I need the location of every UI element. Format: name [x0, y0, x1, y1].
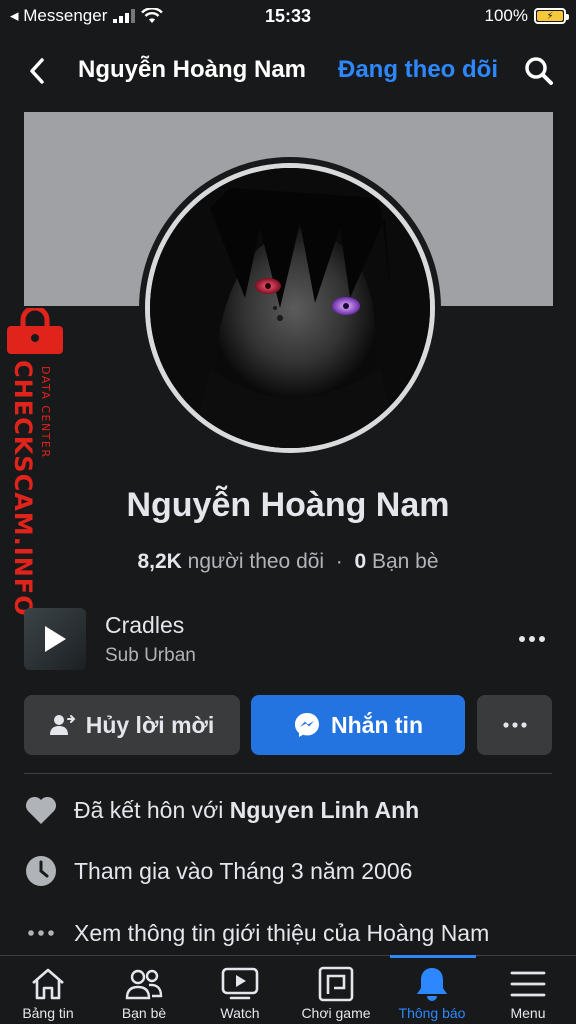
- avatar-image: [150, 168, 430, 448]
- see-about-info[interactable]: Xem thông tin giới thiệu của Hoàng Nam: [24, 913, 564, 953]
- tab-label: Thông báo: [398, 1005, 466, 1021]
- cancel-request-label: Hủy lời mời: [85, 711, 215, 738]
- cancel-friend-request-button[interactable]: Hủy lời mời: [24, 695, 240, 755]
- checkscam-watermark: CHECKSCAM.INFO DATA CENTER: [3, 308, 63, 617]
- battery-percent: 100%: [484, 6, 528, 25]
- bell-icon: [412, 966, 452, 1002]
- see-about-text: Xem thông tin giới thiệu của Hoàng Nam: [74, 919, 490, 946]
- more-horizontal-icon: [502, 722, 527, 728]
- following-button[interactable]: Đang theo dõi: [338, 56, 498, 84]
- tab-watch[interactable]: Watch: [192, 956, 288, 1024]
- friends-count[interactable]: 0: [354, 550, 366, 573]
- battery-icon: ⚡: [534, 8, 569, 24]
- joined-text: Tham gia vào Tháng 3 năm 2006: [74, 857, 413, 884]
- tab-label: Chơi game: [301, 1005, 371, 1021]
- music-more-button[interactable]: [514, 624, 550, 654]
- message-button[interactable]: Nhắn tin: [251, 695, 465, 755]
- relationship-info[interactable]: Đã kết hôn với Nguyen Linh Anh: [24, 790, 564, 830]
- anime-character-image: [150, 168, 430, 448]
- status-bar: ◂ Messenger 15:33 100% ⚡: [0, 0, 576, 34]
- search-icon: [525, 57, 553, 85]
- watermark-subtitle: DATA CENTER: [39, 366, 52, 459]
- tab-label: Bạn bè: [121, 1005, 167, 1021]
- music-cover[interactable]: [24, 608, 86, 670]
- back-button[interactable]: [22, 54, 52, 88]
- followers-count[interactable]: 8,2K: [137, 550, 181, 573]
- tab-label: Bảng tin: [22, 1005, 74, 1021]
- more-actions-button[interactable]: [477, 695, 552, 755]
- page-title: Nguyễn Hoàng Nam: [78, 56, 307, 83]
- avatar-border: [145, 163, 435, 453]
- clock-icon: [24, 854, 58, 888]
- tab-label: Watch: [220, 1005, 260, 1021]
- ellipsis-icon: [24, 916, 58, 950]
- partner-name[interactable]: Nguyen Linh Anh: [230, 797, 420, 823]
- chevron-left-icon: [30, 58, 44, 84]
- followers-label[interactable]: người theo dõi: [188, 550, 324, 573]
- home-icon: [28, 966, 68, 1002]
- bottom-tab-bar: Bảng tin Bạn bè Watch Chơi game Thông bá…: [0, 955, 576, 1024]
- top-navigation: Nguyễn Hoàng Nam Đang theo dõi: [0, 40, 576, 102]
- section-divider: [24, 773, 552, 774]
- menu-icon: [508, 966, 548, 1002]
- message-label: Nhắn tin: [331, 711, 423, 738]
- song-title: Cradles: [105, 612, 185, 638]
- tab-label: Menu: [510, 1005, 546, 1021]
- joined-info: Tham gia vào Tháng 3 năm 2006: [24, 851, 564, 891]
- tab-news-feed[interactable]: Bảng tin: [0, 956, 96, 1024]
- profile-stats: 8,2K người theo dõi · 0 Bạn bè: [0, 550, 576, 574]
- profile-name: Nguyễn Hoàng Nam: [126, 486, 450, 524]
- messenger-icon: [295, 713, 319, 737]
- tab-notifications[interactable]: Thông báo: [384, 956, 480, 1024]
- tab-gaming[interactable]: Chơi game: [288, 956, 384, 1024]
- profile-actions: Hủy lời mời Nhắn tin: [24, 695, 552, 755]
- stats-separator: ·: [335, 550, 343, 573]
- relationship-prefix: Đã kết hôn với: [74, 796, 224, 823]
- profile-avatar[interactable]: [139, 157, 441, 459]
- play-icon: [45, 626, 66, 652]
- gaming-icon: [316, 966, 356, 1002]
- watch-icon: [220, 966, 260, 1002]
- person-arrow-icon: [49, 715, 76, 735]
- more-horizontal-icon: [519, 636, 545, 642]
- friends-icon: [124, 966, 164, 1002]
- search-button[interactable]: [522, 54, 556, 88]
- tab-friends[interactable]: Bạn bè: [96, 956, 192, 1024]
- friends-label[interactable]: Bạn bè: [372, 550, 439, 573]
- tab-menu[interactable]: Menu: [480, 956, 576, 1024]
- relationship-text: Đã kết hôn với Nguyen Linh Anh: [74, 797, 419, 824]
- song-artist: Sub Urban: [105, 645, 196, 666]
- status-bar-right: 100% ⚡: [484, 6, 569, 26]
- profile-music[interactable]: Cradles Sub Urban: [24, 608, 554, 670]
- heart-icon: [24, 793, 58, 827]
- lock-icon: [7, 308, 63, 354]
